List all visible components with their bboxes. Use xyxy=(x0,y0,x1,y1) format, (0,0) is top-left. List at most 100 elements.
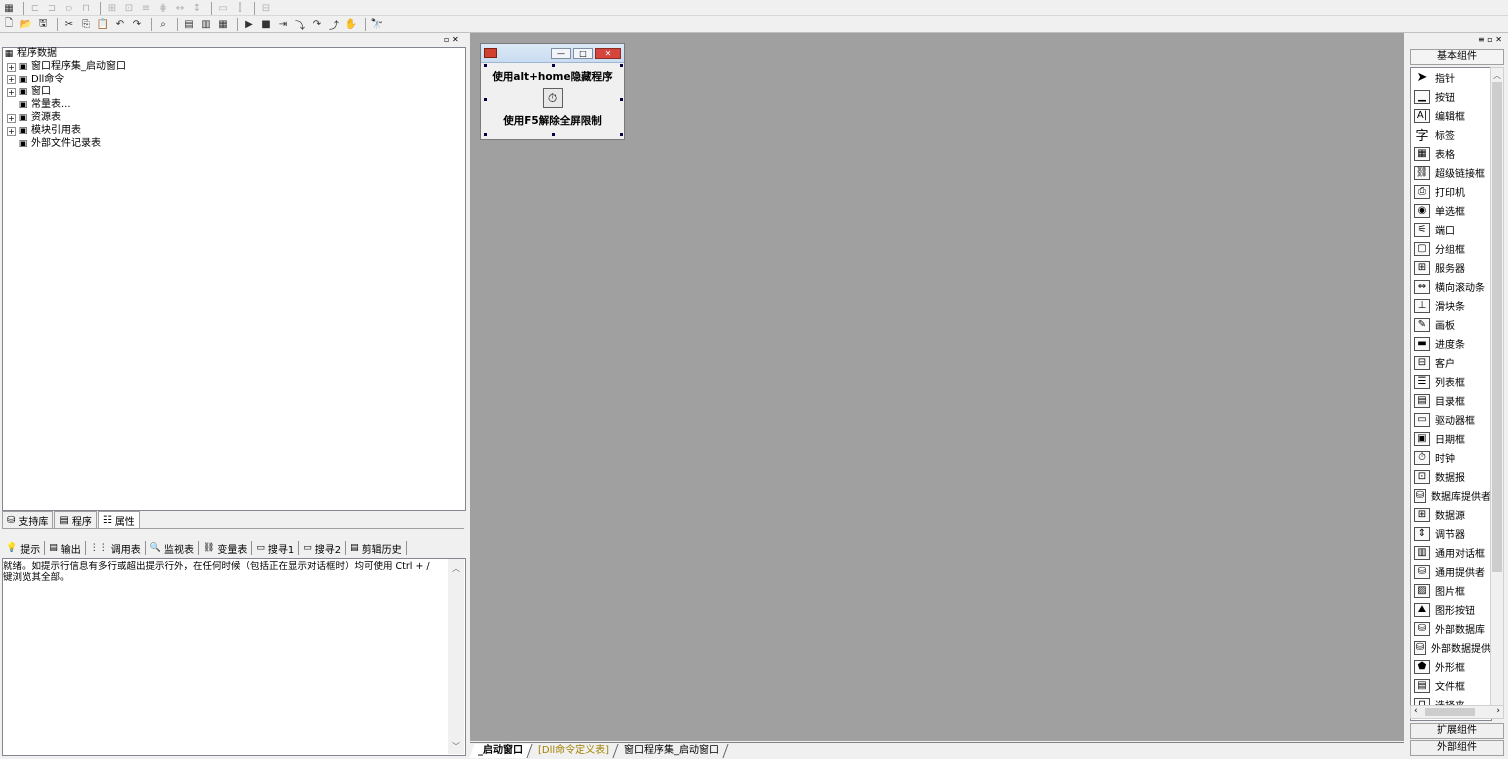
component-item[interactable]: ⛁ 外部数据库 xyxy=(1411,619,1491,638)
layout1-icon[interactable]: ▤ xyxy=(182,17,196,31)
scroll-down-icon[interactable]: ﹀ xyxy=(448,741,464,752)
restore-icon[interactable]: ▫ xyxy=(1487,35,1492,44)
pin-icon[interactable]: ≡ xyxy=(1478,35,1485,44)
component-item[interactable]: ⛁ 外部数据提供 xyxy=(1411,638,1491,657)
new-file-icon[interactable]: 🗋 xyxy=(2,17,16,31)
output-tab[interactable]: 🔍 监视表 xyxy=(146,541,199,556)
component-scrollbar[interactable]: ︿ xyxy=(1490,67,1504,719)
component-item[interactable]: ⇔ 横向滚动条 xyxy=(1411,277,1491,296)
close-icon[interactable]: ✕ xyxy=(595,47,621,59)
open-file-icon[interactable]: 📂 xyxy=(19,17,33,31)
step-into-icon[interactable]: ⤵ xyxy=(293,17,307,32)
close-icon[interactable]: ✕ xyxy=(1495,35,1502,44)
selection-handle[interactable] xyxy=(552,133,555,136)
close-icon[interactable]: ✕ xyxy=(452,35,459,44)
component-item[interactable]: ⛓ 超级链接框 xyxy=(1411,163,1491,182)
expand-icon[interactable]: + xyxy=(7,62,16,72)
find-icon[interactable]: ⌕ xyxy=(156,17,170,31)
scroll-right-icon[interactable]: › xyxy=(1496,706,1500,716)
copy-icon[interactable]: ⎘ xyxy=(79,17,93,31)
tree-item[interactable]: + ▣ 窗口 xyxy=(3,86,465,99)
component-item[interactable]: ⎙ 打印机 xyxy=(1411,182,1491,201)
document-tab[interactable]: _启动窗口 xyxy=(469,744,533,758)
component-item[interactable]: ⏱ 时钟 xyxy=(1411,448,1491,467)
extended-components-header[interactable]: 扩展组件 xyxy=(1410,723,1504,739)
grid-icon[interactable]: ▦ xyxy=(2,1,16,15)
document-tab[interactable]: [Dll命令定义表] xyxy=(529,744,619,758)
component-item[interactable]: ⊡ 数据报 xyxy=(1411,467,1491,486)
component-item[interactable]: ⛰ 图形按钮 xyxy=(1411,600,1491,619)
expand-icon[interactable]: + xyxy=(7,75,16,85)
tab-properties[interactable]: ☷ 属性 xyxy=(97,511,140,529)
component-item[interactable]: A| 编辑框 xyxy=(1411,106,1491,125)
tree-item[interactable]: + ▣ Dll命令 xyxy=(3,74,465,87)
size-icon[interactable]: ▭ xyxy=(216,1,230,15)
step-icon[interactable]: ⇥ xyxy=(276,17,290,31)
basic-components-header[interactable]: 基本组件 xyxy=(1410,49,1504,65)
align-center-icon[interactable]: ⊐ xyxy=(45,1,59,15)
minimize-icon[interactable]: — xyxy=(551,47,571,59)
output-panel[interactable]: 就绪。如提示行信息有多行或超出提示行外，在任何时候（包括正在显示对话框时）均可使… xyxy=(2,558,466,756)
component-item[interactable]: ⇕ 调节器 xyxy=(1411,524,1491,543)
component-item[interactable]: ▬ 进度条 xyxy=(1411,334,1491,353)
external-components-header[interactable]: 外部组件 xyxy=(1410,740,1504,756)
component-item[interactable]: ▣ 日期框 xyxy=(1411,429,1491,448)
group-icon[interactable]: ⊟ xyxy=(259,1,273,15)
component-item[interactable]: ▤ 文件框 xyxy=(1411,676,1491,695)
tree-item[interactable]: ▣ 外部文件记录表 xyxy=(3,138,465,151)
space-v-icon[interactable]: ⋕ xyxy=(156,1,170,15)
component-item[interactable]: 字标签 xyxy=(1411,125,1491,144)
component-item[interactable]: ▭ 驱动器框 xyxy=(1411,410,1491,429)
component-item[interactable]: ⬟ 外形框 xyxy=(1411,657,1491,676)
paste-icon[interactable]: 📋 xyxy=(96,17,110,31)
scroll-thumb[interactable] xyxy=(1425,708,1475,716)
center-icon[interactable]: ⊡ xyxy=(122,1,136,15)
breakpoint-icon[interactable]: ✋ xyxy=(344,17,358,31)
selection-handle[interactable] xyxy=(620,64,623,67)
component-item[interactable]: ▥ 通用对话框 xyxy=(1411,543,1491,562)
stop-icon[interactable]: ■ xyxy=(259,17,273,31)
output-tab[interactable]: 💡 提示 xyxy=(2,541,46,556)
align-top-icon[interactable]: ⊓ xyxy=(79,1,93,15)
component-item[interactable]: ⊞ 数据源 xyxy=(1411,505,1491,524)
component-list[interactable]: ➤ 指针 ▁ 按钮 A| 编辑框字标签 ▦ 表格 ⛓ 超级链接框 ⎙ 打印机 ◉ 单选框 ⚟ 端口 ▢ 分组框 ⊞ 服… xyxy=(1410,67,1492,721)
component-item[interactable]: ▨ 图片框 xyxy=(1411,581,1491,600)
scroll-up-icon[interactable]: ︿ xyxy=(448,563,464,574)
selection-handle[interactable] xyxy=(552,64,555,67)
document-tab[interactable]: 窗口程序集_启动窗口 xyxy=(615,744,729,758)
width-icon[interactable]: ↔ xyxy=(173,1,187,15)
output-scrollbar[interactable]: ︿ ﹀ xyxy=(448,559,464,754)
component-item[interactable]: ➤ 指针 xyxy=(1411,68,1491,87)
selection-handle[interactable] xyxy=(484,98,487,101)
output-tab[interactable]: ▭ 搜寻2 xyxy=(299,541,347,556)
tree-root[interactable]: ▦ 程序数据 xyxy=(3,48,465,61)
horizontal-scrollbar[interactable]: ‹ › xyxy=(1410,705,1504,719)
dist-icon[interactable]: ⫿ xyxy=(233,1,247,15)
align-right-icon[interactable]: ⫐ xyxy=(62,1,76,15)
scroll-thumb[interactable] xyxy=(1492,82,1502,572)
undo-icon[interactable]: ↶ xyxy=(113,17,127,31)
component-item[interactable]: ⊥ 滑块条 xyxy=(1411,296,1491,315)
space-h-icon[interactable]: ≡ xyxy=(139,1,153,15)
component-item[interactable]: ⚟ 端口 xyxy=(1411,220,1491,239)
output-tab[interactable]: ▭ 搜寻1 xyxy=(252,541,300,556)
tree-item[interactable]: ▣ 常量表... xyxy=(3,99,465,112)
output-tab[interactable]: ▤ 剪辑历史 xyxy=(346,541,407,556)
align-left-icon[interactable]: ⊏ xyxy=(28,1,42,15)
layout3-icon[interactable]: ▦ xyxy=(216,17,230,31)
component-item[interactable]: ▤ 目录框 xyxy=(1411,391,1491,410)
startup-window-form[interactable]: — □ ✕ 使用alt+home隐藏程序 ⏱ 使用F5解除全屏限制 xyxy=(480,43,625,140)
step-over-icon[interactable]: ↷ xyxy=(310,17,324,31)
selection-handle[interactable] xyxy=(484,64,487,67)
cut-icon[interactable]: ✂ xyxy=(62,17,76,31)
project-tree[interactable]: ▦ 程序数据 + ▣ 窗口程序集_启动窗口 + ▣ Dll命令 + ▣ 窗口 ▣ 常量表... + ▣ 资… xyxy=(2,47,466,511)
tree-item[interactable]: + ▣ 窗口程序集_启动窗口 xyxy=(3,61,465,74)
expand-icon[interactable]: + xyxy=(7,126,16,136)
maximize-icon[interactable]: □ xyxy=(573,47,593,59)
redo-icon[interactable]: ↷ xyxy=(130,17,144,31)
component-item[interactable]: ☰ 列表框 xyxy=(1411,372,1491,391)
binoculars-icon[interactable]: 🔭 xyxy=(370,17,384,31)
component-item[interactable]: ▁ 按钮 xyxy=(1411,87,1491,106)
component-item[interactable]: ▢ 分组框 xyxy=(1411,239,1491,258)
layout2-icon[interactable]: ▥ xyxy=(199,17,213,31)
